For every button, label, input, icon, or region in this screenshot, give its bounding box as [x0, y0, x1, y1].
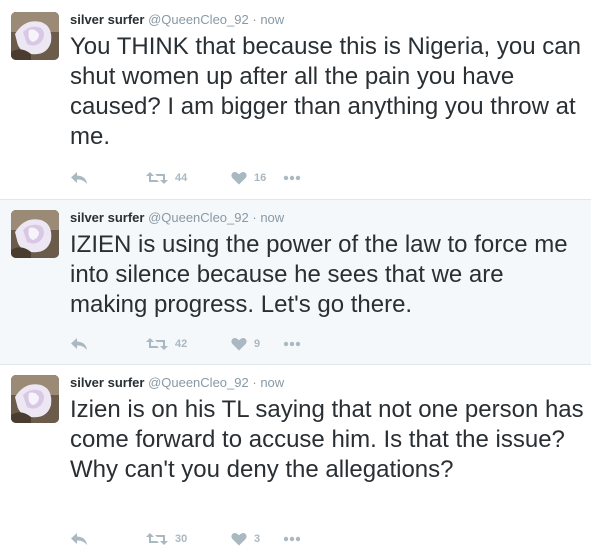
author-fullname[interactable]: silver surfer [70, 375, 144, 390]
tweet-text: IZIEN is using the power of the law to f… [70, 231, 568, 318]
author-username[interactable]: @QueenCleo_92 [148, 12, 249, 27]
author-fullname[interactable]: silver surfer [70, 210, 144, 225]
reply-icon [70, 171, 88, 185]
tweet-header: silver surfer @QueenCleo_92 · now [70, 12, 284, 28]
author-fullname[interactable]: silver surfer [70, 12, 144, 27]
tweet[interactable]: silver surfer @QueenCleo_92 · now Izien … [0, 365, 591, 559]
more-button[interactable] [283, 536, 301, 542]
like-button[interactable]: 9 [231, 337, 283, 351]
timestamp[interactable]: now [260, 210, 284, 225]
like-count: 3 [254, 533, 261, 545]
separator: · [252, 12, 257, 27]
avatar[interactable] [11, 375, 59, 423]
author-username[interactable]: @QueenCleo_92 [148, 210, 249, 225]
retweet-count: 42 [175, 338, 188, 350]
more-button[interactable] [283, 341, 301, 347]
retweet-icon [146, 337, 168, 351]
like-count: 16 [254, 172, 267, 184]
like-button[interactable]: 16 [231, 171, 283, 185]
more-icon [283, 341, 301, 347]
separator: · [252, 210, 257, 225]
reply-button[interactable] [70, 337, 146, 351]
timestamp[interactable]: now [260, 12, 284, 27]
tweet-actions: 42 9 [70, 334, 301, 354]
retweet-icon [146, 532, 168, 546]
author-username[interactable]: @QueenCleo_92 [148, 375, 249, 390]
like-count: 9 [254, 338, 261, 350]
tweet[interactable]: silver surfer @QueenCleo_92 · now You TH… [0, 0, 591, 200]
retweet-count: 30 [175, 533, 188, 545]
like-button[interactable]: 3 [231, 532, 283, 546]
tweet[interactable]: silver surfer @QueenCleo_92 · now IZIEN … [0, 200, 591, 365]
tweet-text: Izien is on his TL saying that not one p… [70, 396, 584, 483]
retweet-count: 44 [175, 172, 188, 184]
reply-button[interactable] [70, 171, 146, 185]
more-button[interactable] [283, 175, 301, 181]
tweet-actions: 30 3 [70, 529, 301, 549]
separator: · [252, 375, 257, 390]
tweet-header: silver surfer @QueenCleo_92 · now [70, 375, 284, 391]
like-icon [231, 532, 247, 546]
tweet-feed: silver surfer @QueenCleo_92 · now You TH… [0, 0, 591, 559]
reply-icon [70, 532, 88, 546]
tweet-text: You THINK that because this is Nigeria, … [70, 33, 581, 150]
more-icon [283, 536, 301, 542]
avatar[interactable] [11, 12, 59, 60]
reply-button[interactable] [70, 532, 146, 546]
timestamp[interactable]: now [260, 375, 284, 390]
like-icon [231, 171, 247, 185]
retweet-button[interactable]: 30 [146, 532, 231, 546]
avatar[interactable] [11, 210, 59, 258]
retweet-icon [146, 171, 168, 185]
retweet-button[interactable]: 44 [146, 171, 231, 185]
more-icon [283, 175, 301, 181]
tweet-actions: 44 16 [70, 168, 301, 188]
like-icon [231, 337, 247, 351]
retweet-button[interactable]: 42 [146, 337, 231, 351]
tweet-header: silver surfer @QueenCleo_92 · now [70, 210, 284, 226]
reply-icon [70, 337, 88, 351]
